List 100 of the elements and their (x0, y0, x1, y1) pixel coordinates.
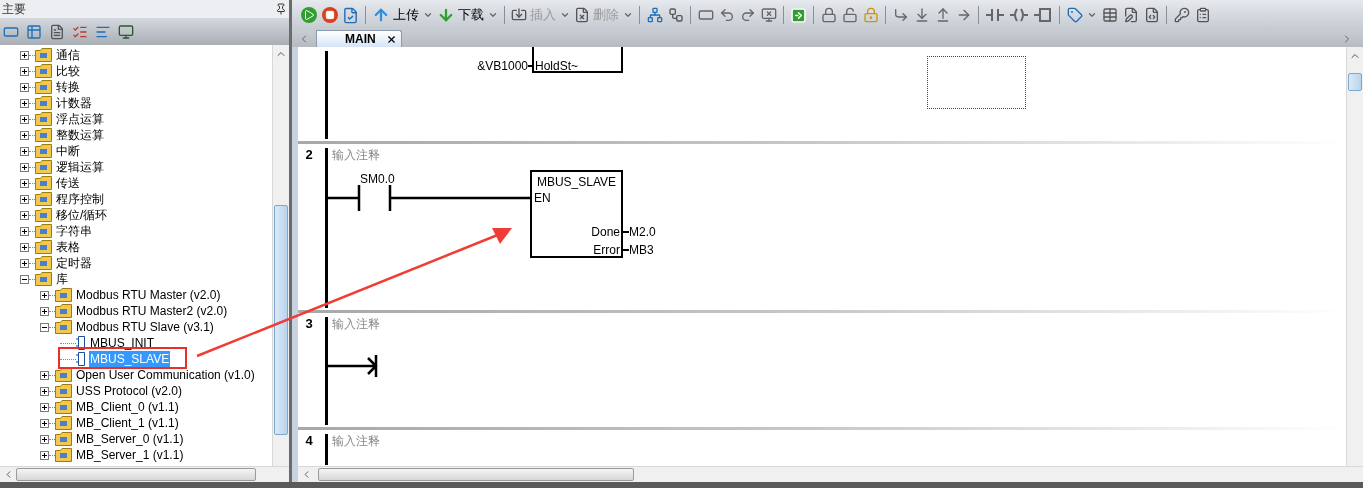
close-icon[interactable] (385, 33, 397, 45)
operand-label: MB3 (629, 242, 654, 258)
pin-label: HoldSt~ (535, 58, 579, 74)
folder-icon (35, 128, 52, 142)
tree-item[interactable]: Modbus RTU Master2 (v2.0) (75, 303, 229, 319)
expand-icon[interactable] (20, 98, 29, 108)
tree-item[interactable]: 传送 (55, 175, 81, 191)
tree-item[interactable]: 转换 (55, 79, 81, 95)
tree-item[interactable]: MB_Client_1 (v1.1) (75, 415, 180, 431)
expand-icon[interactable] (20, 226, 29, 236)
vertical-scrollbar[interactable] (272, 45, 289, 466)
block-icon (76, 352, 86, 366)
tree-item[interactable]: 库 (55, 271, 69, 287)
network-number: 4 (305, 433, 313, 449)
expand-icon[interactable] (20, 194, 29, 204)
pin-icon[interactable] (275, 3, 287, 15)
box-title: MBUS_SLAVE (535, 174, 618, 191)
tree-item[interactable]: 整数运算 (55, 127, 105, 143)
pin-label: Error (592, 242, 620, 258)
tree-item[interactable]: MB_Client_0 (v1.1) (75, 399, 180, 415)
pin-label: EN (534, 190, 551, 207)
tree-item[interactable]: 程序控制 (55, 191, 105, 207)
tree-item[interactable]: USS Protocol (v2.0) (75, 383, 184, 399)
caret-icon[interactable] (623, 10, 633, 20)
scrollbar-thumb[interactable] (1348, 73, 1362, 91)
caret-icon[interactable] (560, 10, 570, 20)
operand-label: M2.0 (629, 224, 656, 240)
tree-item[interactable]: 定时器 (55, 255, 93, 271)
expand-icon[interactable] (40, 370, 49, 380)
folder-icon (55, 384, 72, 398)
scrollbar-thumb[interactable] (318, 468, 634, 481)
expand-icon[interactable] (20, 146, 29, 156)
expand-icon[interactable] (40, 434, 49, 444)
folder-icon (55, 448, 72, 462)
monitor-icon[interactable] (118, 23, 134, 40)
tree-item[interactable]: 表格 (55, 239, 81, 255)
expand-icon[interactable] (20, 162, 29, 172)
expand-icon[interactable] (40, 450, 49, 460)
expand-icon[interactable] (40, 306, 49, 316)
scrollbar-thumb[interactable] (274, 205, 288, 435)
folder-icon (35, 240, 52, 254)
horizontal-scrollbar[interactable] (298, 466, 1363, 482)
expand-icon[interactable] (20, 130, 29, 140)
folder-icon (35, 176, 52, 190)
folder-icon (35, 112, 52, 126)
expand-icon[interactable] (20, 178, 29, 188)
folder-icon (55, 416, 72, 430)
tree-item[interactable]: Modbus RTU Master (v2.0) (75, 287, 222, 303)
table-icon[interactable] (26, 23, 42, 40)
caret-icon[interactable] (423, 10, 433, 20)
coil-icon[interactable] (1010, 8, 1028, 22)
tree-item[interactable]: 移位/循环 (55, 207, 109, 223)
panel-title: 主要 (2, 1, 26, 18)
tree-item[interactable]: Open User Communication (v1.0) (75, 367, 256, 383)
folder-icon (35, 160, 52, 174)
collapse-icon[interactable] (40, 322, 49, 332)
expand-icon[interactable] (40, 418, 49, 428)
expand-icon[interactable] (40, 386, 49, 396)
tree-item[interactable]: 中断 (55, 143, 81, 159)
tree-item[interactable]: MBUS_INIT (89, 335, 155, 351)
tree-item[interactable]: MB_Server_0 (v1.1) (75, 431, 185, 447)
network-comment[interactable]: 输入注释 (332, 432, 380, 450)
upload-icon (372, 6, 390, 24)
tab[interactable]: MAIN (316, 30, 402, 47)
expand-icon[interactable] (20, 114, 29, 124)
folder-icon (55, 432, 72, 446)
toolbar-button[interactable]: 上传 (370, 4, 421, 26)
download-icon (437, 6, 455, 24)
expand-icon[interactable] (20, 66, 29, 76)
expand-icon[interactable] (20, 50, 29, 60)
tree-item[interactable]: 逻辑运算 (55, 159, 105, 175)
horizontal-scrollbar[interactable] (0, 466, 289, 482)
folder-icon (35, 80, 52, 94)
expand-icon[interactable] (20, 258, 29, 268)
operand-label: &VB1000 (476, 58, 528, 74)
folder-icon (35, 48, 52, 62)
tree-item[interactable]: Modbus RTU Slave (v3.1) (75, 319, 215, 335)
expand-icon[interactable] (20, 210, 29, 220)
tree-item[interactable]: 字符串 (55, 223, 93, 239)
contact-icon[interactable] (986, 8, 1004, 22)
box-icon[interactable] (1034, 8, 1052, 22)
caret-icon[interactable] (488, 10, 498, 20)
tree-item[interactable]: 计数器 (55, 95, 93, 111)
vertical-scrollbar[interactable] (1346, 47, 1363, 466)
tree-item[interactable]: 比较 (55, 63, 81, 79)
document-icon[interactable] (49, 23, 65, 40)
scrollbar-thumb[interactable] (16, 468, 256, 481)
collapse-icon[interactable] (20, 274, 29, 284)
expand-icon[interactable] (20, 82, 29, 92)
expand-icon[interactable] (20, 242, 29, 252)
tree-item[interactable]: MB_Server_1 (v1.1) (75, 447, 185, 463)
tree-item[interactable]: 浮点运算 (55, 111, 105, 127)
insert-icon (511, 7, 527, 23)
tree-item[interactable]: 通信 (55, 47, 81, 63)
expand-icon[interactable] (40, 402, 49, 412)
expand-icon[interactable] (40, 290, 49, 300)
caret-icon[interactable] (1087, 10, 1097, 20)
network-comment[interactable]: 输入注释 (332, 315, 380, 333)
network-comment[interactable]: 输入注释 (332, 146, 380, 164)
toolbar-button[interactable]: 下载 (435, 4, 486, 26)
